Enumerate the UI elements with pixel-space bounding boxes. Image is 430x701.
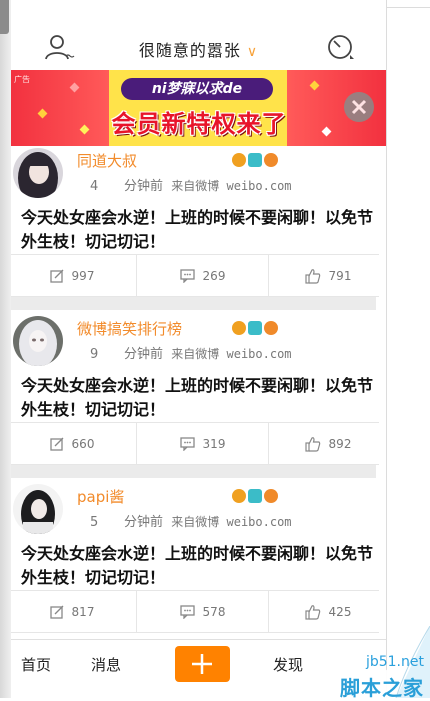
post-source: 来自微博 weibo.com xyxy=(171,179,292,193)
right-border-line xyxy=(386,0,387,698)
bottom-tab-bar: 首页 消息 发现 xyxy=(11,639,386,698)
feed-post[interactable]: 微博搞笑排行榜 9 分钟前 来自微博 weibo.com 今天处女座会水逆！上班的… xyxy=(11,314,386,482)
post-time-unit: 分钟前 xyxy=(124,347,164,362)
promo-banner[interactable]: 广告 ni梦寐以求de 会员新特权来了 xyxy=(11,70,386,146)
radar-icon xyxy=(328,35,354,59)
repost-count: 817 xyxy=(71,604,95,619)
avatar[interactable] xyxy=(13,148,63,198)
post-actions: 817 578 425 xyxy=(11,590,379,633)
post-source: 来自微博 weibo.com xyxy=(171,515,292,529)
top-border-line xyxy=(386,7,430,8)
vip-badge-icon xyxy=(232,489,246,503)
repost-icon xyxy=(49,605,64,619)
vip-badge-icon xyxy=(232,153,246,167)
comment-icon xyxy=(179,268,195,283)
user-badges xyxy=(232,321,280,340)
left-window-tab xyxy=(0,0,9,34)
like-count: 425 xyxy=(328,604,352,619)
page-title-text: 很随意的嚣张 xyxy=(138,41,241,60)
repost-icon xyxy=(49,437,64,451)
post-author[interactable]: papi酱 xyxy=(77,486,124,507)
banner-slogan-main: 会员新特权来了 xyxy=(111,110,287,138)
tab-home[interactable]: 首页 xyxy=(21,654,51,675)
like-button[interactable]: 425 xyxy=(267,591,386,632)
user-badges xyxy=(232,153,280,172)
user-badges xyxy=(232,489,280,508)
post-time-unit: 分钟前 xyxy=(124,515,164,530)
feed-post[interactable]: 同道大叔 4 分钟前 来自微博 weibo.com 今天处女座会水逆！上班的时候不… xyxy=(11,146,386,314)
compose-button[interactable] xyxy=(175,646,230,682)
confetti-decoration xyxy=(309,80,320,91)
plus-icon xyxy=(192,654,212,674)
level-badge-icon xyxy=(264,153,278,167)
confetti-decoration xyxy=(69,82,80,93)
comment-count: 319 xyxy=(202,436,226,451)
repost-count: 660 xyxy=(71,436,95,451)
level-badge-icon xyxy=(264,489,278,503)
repost-button[interactable]: 817 xyxy=(11,591,133,632)
banner-slogan-top: ni梦寐以求de xyxy=(121,78,273,100)
post-actions: 997 269 791 xyxy=(11,254,379,297)
camera-badge-icon xyxy=(248,153,262,167)
thumbs-up-icon xyxy=(304,268,320,284)
post-meta: 4 分钟前 来自微博 weibo.com xyxy=(90,175,292,194)
top-nav-bar: 很随意的嚣张 ∨ xyxy=(11,0,386,70)
post-time-number: 5 xyxy=(90,515,99,530)
avatar-image xyxy=(13,148,63,198)
level-badge-icon xyxy=(264,321,278,335)
avatar[interactable] xyxy=(13,484,63,534)
like-button[interactable]: 791 xyxy=(267,255,386,296)
radar-button[interactable] xyxy=(324,31,358,65)
post-text: 今天处女座会水逆！上班的时候不要闲聊！以免节外生枝！切记切记！ xyxy=(21,208,374,251)
thumbs-up-icon xyxy=(304,436,320,452)
left-window-strip xyxy=(0,0,11,698)
repost-icon xyxy=(49,269,64,283)
weibo-app: 很随意的嚣张 ∨ 广告 ni梦寐以求de 会员新特权来了 同道大叔 4 分钟前 … xyxy=(11,0,386,698)
comment-button[interactable]: 319 xyxy=(136,423,269,464)
camera-badge-icon xyxy=(248,321,262,335)
repost-count: 997 xyxy=(71,268,95,283)
thumbs-up-icon xyxy=(304,604,320,620)
like-count: 892 xyxy=(328,436,352,451)
feed-post[interactable]: papi酱 5 分钟前 来自微博 weibo.com 今天处女座会水逆！上班的时候… xyxy=(11,482,386,650)
like-button[interactable]: 892 xyxy=(267,423,386,464)
tab-messages[interactable]: 消息 xyxy=(91,654,121,675)
comment-count: 578 xyxy=(202,604,226,619)
comment-button[interactable]: 578 xyxy=(136,591,269,632)
avatar-image xyxy=(13,484,63,534)
close-icon xyxy=(351,99,367,115)
confetti-decoration xyxy=(79,124,90,135)
post-text: 今天处女座会水逆！上班的时候不要闲聊！以免节外生枝！切记切记！ xyxy=(21,376,374,419)
post-meta: 5 分钟前 来自微博 weibo.com xyxy=(90,511,292,530)
close-banner-button[interactable] xyxy=(344,92,374,122)
vip-badge-icon xyxy=(232,321,246,335)
post-source: 来自微博 weibo.com xyxy=(171,347,292,361)
camera-badge-icon xyxy=(248,489,262,503)
post-time-number: 9 xyxy=(90,347,99,362)
chevron-down-icon: ∨ xyxy=(246,44,259,60)
post-divider xyxy=(11,297,376,310)
feed-list: 同道大叔 4 分钟前 来自微博 weibo.com 今天处女座会水逆！上班的时候不… xyxy=(11,146,386,650)
post-meta: 9 分钟前 来自微博 weibo.com xyxy=(90,343,292,362)
repost-button[interactable]: 660 xyxy=(11,423,133,464)
confetti-decoration xyxy=(321,126,332,137)
avatar[interactable] xyxy=(13,316,63,366)
comment-button[interactable]: 269 xyxy=(136,255,269,296)
confetti-decoration xyxy=(37,108,48,119)
post-text: 今天处女座会水逆！上班的时候不要闲聊！以免节外生枝！切记切记！ xyxy=(21,544,374,587)
post-actions: 660 319 892 xyxy=(11,422,379,465)
post-author[interactable]: 同道大叔 xyxy=(77,150,137,171)
post-time-unit: 分钟前 xyxy=(124,179,164,194)
comment-count: 269 xyxy=(202,268,226,283)
comment-icon xyxy=(179,604,195,619)
avatar-image xyxy=(13,316,63,366)
repost-button[interactable]: 997 xyxy=(11,255,133,296)
ad-label: 广告 xyxy=(14,75,30,84)
like-count: 791 xyxy=(328,268,352,283)
post-time-number: 4 xyxy=(90,179,99,194)
post-divider xyxy=(11,465,376,478)
post-author[interactable]: 微博搞笑排行榜 xyxy=(77,318,182,339)
comment-icon xyxy=(179,436,195,451)
tab-discover[interactable]: 发现 xyxy=(273,654,303,675)
